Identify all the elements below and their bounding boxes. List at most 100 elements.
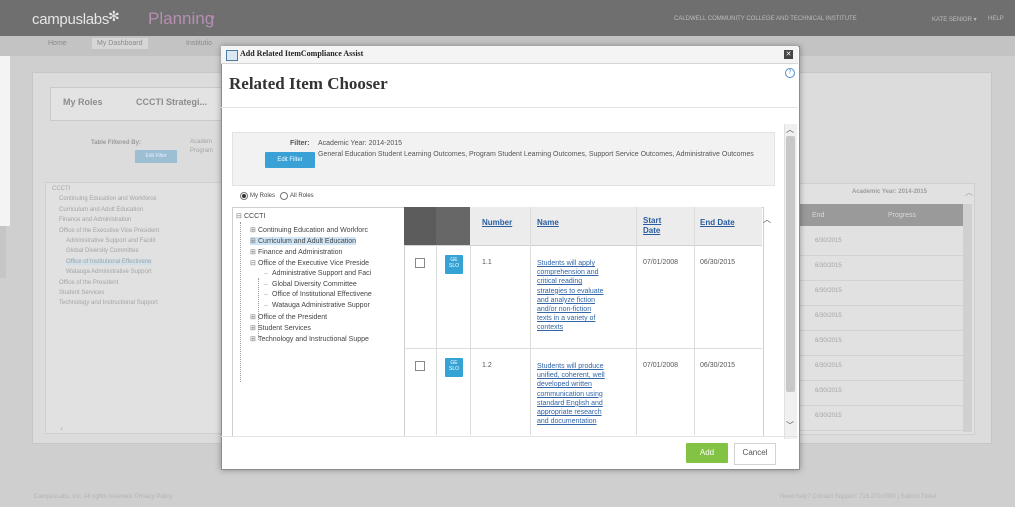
bg-scrollbar[interactable] <box>963 204 972 432</box>
bg-scroll-left-icon[interactable]: ‹ <box>60 424 63 433</box>
bg-tree-item[interactable]: Watauga Administrative Support <box>66 269 152 275</box>
modal-window-title: Add Related ItemCompliance Assist <box>240 49 364 58</box>
all-roles-radio[interactable] <box>280 192 288 200</box>
item-name-link[interactable]: and analyze fiction <box>537 296 595 305</box>
item-name-link[interactable]: Students will apply <box>537 259 595 268</box>
bg-tree-item[interactable]: Office of Institutional Effectivene <box>66 258 152 265</box>
item-name-link[interactable]: and documentation <box>537 417 597 426</box>
tree-item[interactable]: – Global Diversity Committee <box>264 281 357 288</box>
tree-item-label: Office of the President <box>258 314 328 322</box>
item-name-link[interactable]: Students will produce <box>537 362 604 371</box>
tree-item[interactable]: ⊞ Office of the President <box>250 313 327 321</box>
tree-item[interactable]: ⊞ Continuing Education and Workforc <box>250 226 368 234</box>
collapse-icon[interactable]: ⊟ <box>236 212 242 220</box>
footer-left: CampusLabs, Inc. All rights reserved. Pr… <box>34 494 173 500</box>
edit-filter-button[interactable]: Edit Filter <box>265 152 315 168</box>
bg-col-progress[interactable]: Progress <box>888 212 916 219</box>
item-name-link[interactable]: texts in a variety of <box>537 314 595 323</box>
item-name-link[interactable]: communication using <box>537 390 603 399</box>
bg-tree-item[interactable]: Administrative Support and Facilit <box>66 238 155 244</box>
expand-icon[interactable]: ⊞ <box>250 226 256 234</box>
item-name-link[interactable]: and/or non-fiction <box>537 305 591 314</box>
bg-tree-item[interactable]: CCCTI <box>52 186 70 192</box>
bg-academic-year: Academic Year: 2014-2015 <box>852 189 927 195</box>
item-name-link[interactable]: strategies to evaluate <box>537 287 604 296</box>
bg-tree-item[interactable]: Office of the Executive Vice President <box>59 228 159 234</box>
grid-scroll-thumb[interactable] <box>0 226 6 278</box>
bg-filter-year: Academ <box>190 139 213 145</box>
col-start-date[interactable]: Start Date <box>643 216 667 236</box>
tree-item[interactable]: ⊞ Student Services <box>250 324 311 332</box>
help-icon[interactable]: ? <box>785 68 795 78</box>
expand-icon[interactable]: ⊞ <box>250 324 256 332</box>
type-badge: GE SLO <box>445 358 463 377</box>
row-checkbox[interactable] <box>415 361 425 371</box>
item-name-link[interactable]: critical reading <box>537 277 582 286</box>
expand-icon[interactable]: ⊟ <box>250 259 256 267</box>
bg-tree-item[interactable]: Technology and Instructional Support <box>59 300 158 306</box>
modal-scroll-thumb[interactable] <box>786 136 795 392</box>
tree-item-label: Continuing Education and Workforc <box>258 227 368 234</box>
bg-edit-filter-button[interactable]: Edit Filter <box>135 150 177 163</box>
scroll-up-icon[interactable]: ︿ <box>786 124 794 135</box>
my-roles-label[interactable]: My Roles <box>250 193 275 199</box>
close-icon[interactable]: ✕ <box>784 50 793 59</box>
tree-root-cccti[interactable]: ⊟ CCCTI <box>236 212 265 220</box>
grid-scroll-up-icon[interactable]: ︿ <box>763 214 771 225</box>
bg-tree-item[interactable]: Curriculum and Adult Education <box>59 207 143 213</box>
header-divider <box>221 107 798 108</box>
item-name-link[interactable]: comprehension and <box>537 268 599 277</box>
window-icon <box>226 50 238 61</box>
product-dropdown-icon[interactable]: ▾ <box>211 14 215 22</box>
tab-institution[interactable]: Institutio <box>186 40 212 47</box>
item-name-link[interactable]: appropriate research <box>537 408 602 417</box>
row-divider <box>404 348 762 349</box>
item-end-date: 06/30/2015 <box>700 362 736 369</box>
bg-collapse-icon[interactable]: ︿ <box>965 187 973 198</box>
campuslabs-logo: campuslabs <box>32 11 110 28</box>
bg-col-end[interactable]: End <box>812 212 824 219</box>
expand-icon[interactable]: ⊞ <box>250 335 256 343</box>
tree-item[interactable]: ⊞ Technology and Instructional Suppe <box>250 335 369 343</box>
item-name-link[interactable]: standard English and <box>537 399 603 408</box>
scroll-down-icon[interactable]: ﹀ <box>786 420 794 431</box>
bg-end-date: 6/30/2015 <box>815 338 842 344</box>
user-menu[interactable]: KATE SENIOR ▾ <box>932 16 977 23</box>
tab-my-roles[interactable]: My Roles <box>63 97 103 107</box>
item-start-date: 07/01/2008 <box>643 259 679 266</box>
tree-item[interactable]: ⊞ Finance and Administration <box>250 248 342 256</box>
all-roles-label[interactable]: All Roles <box>290 193 314 199</box>
col-name[interactable]: Name <box>537 218 559 228</box>
tree-branch-icon: – <box>264 280 268 288</box>
tree-item[interactable]: – Office of Institutional Effectivene <box>264 291 372 298</box>
my-roles-radio[interactable] <box>240 192 248 200</box>
bg-tree-item[interactable]: Student Services <box>59 290 104 296</box>
tree-item[interactable]: – Administrative Support and Faci <box>264 270 371 277</box>
tree-item[interactable]: ⊞ Curriculum and Adult Education <box>250 236 357 245</box>
col-number[interactable]: Number <box>482 218 512 228</box>
expand-icon[interactable]: ⊞ <box>250 313 256 321</box>
help-link[interactable]: HELP <box>988 16 1004 22</box>
institution-name[interactable]: CALDWELL COMMUNITY COLLEGE AND TECHNICAL… <box>674 16 857 22</box>
row-checkbox[interactable] <box>415 258 425 268</box>
col-end-date[interactable]: End Date <box>700 218 735 228</box>
cancel-button[interactable]: Cancel <box>734 443 776 465</box>
expand-icon[interactable]: ⊞ <box>250 248 256 256</box>
item-name-link[interactable]: contexts <box>537 323 563 332</box>
bg-tree-item[interactable]: Global Diversity Committee <box>66 248 139 254</box>
tab-home[interactable]: Home <box>48 40 67 47</box>
tree-item[interactable]: – Watauga Administrative Suppor <box>264 302 370 309</box>
bg-tree-item[interactable]: Continuing Education and Workforce <box>59 196 157 202</box>
grid-header-select <box>404 207 436 245</box>
bg-tree-item[interactable]: Office of the President <box>59 280 118 286</box>
bg-end-date: 6/30/2015 <box>815 363 842 369</box>
tab-my-dashboard[interactable]: My Dashboard <box>92 38 148 49</box>
item-name-link[interactable]: developed written <box>537 380 592 389</box>
add-button[interactable]: Add <box>686 443 728 463</box>
product-name[interactable]: Planning <box>148 9 214 29</box>
expand-icon[interactable]: ⊞ <box>250 237 256 245</box>
item-name-link[interactable]: unified, coherent, well <box>537 371 605 380</box>
tree-item[interactable]: ⊟ Office of the Executive Vice Preside <box>250 259 369 267</box>
bg-tree-item[interactable]: Finance and Administration <box>59 217 131 223</box>
tab-cccti-strategic[interactable]: CCCTI Strategi... <box>136 97 207 107</box>
